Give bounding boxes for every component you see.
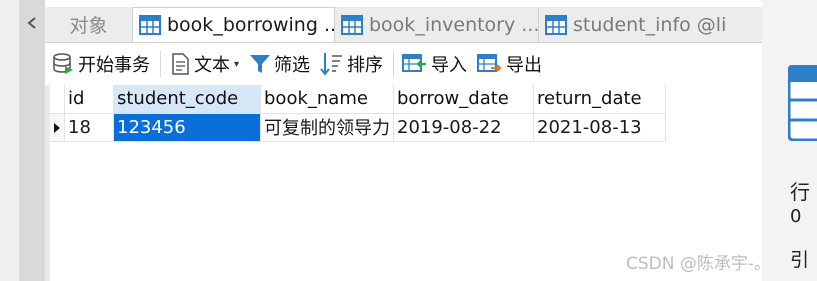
toolbar-divider (393, 51, 395, 77)
document-icon (172, 53, 189, 75)
filter-icon (250, 55, 271, 73)
tab-objects[interactable]: 对象 (45, 7, 133, 42)
cell-return-date[interactable]: 2021-08-13 (533, 113, 666, 142)
watermark-text: CSDN @陈承宇- (626, 254, 755, 274)
reference-label: 引 (790, 245, 809, 272)
left-gutter (0, 0, 19, 281)
column-header-return-date[interactable]: return_date (533, 85, 666, 114)
text-button[interactable]: 文本 ▾ (169, 51, 239, 77)
tab-bar: 对象 book_borrowing ... book_inventory ... (45, 7, 762, 43)
text-label: 文本 (194, 55, 230, 76)
table-row[interactable]: 18 123456 可复制的领导力 2019-08-22 2021-08-13 (50, 113, 666, 142)
sort-button[interactable]: 排序 (320, 51, 383, 77)
import-label: 导入 (431, 55, 468, 76)
table-header-row: id student_code book_name borrow_date re… (50, 85, 666, 114)
watermark-suffix: 。 (754, 254, 772, 274)
column-header-borrow-date[interactable]: borrow_date (393, 85, 534, 114)
import-icon (402, 54, 427, 72)
caret-down-icon: ▾ (234, 58, 240, 70)
app-window: 对象 book_borrowing ... book_inventory ... (0, 0, 817, 281)
cell-id[interactable]: 18 (64, 113, 114, 142)
import-button[interactable]: 导入 (402, 51, 467, 77)
filter-label: 筛选 (274, 55, 311, 76)
export-button[interactable]: 导出 (477, 51, 542, 77)
cell-student-code[interactable]: 123456 (113, 113, 261, 142)
left-splitter[interactable] (19, 0, 45, 281)
cell-book-name[interactable]: 可复制的领导力 (260, 113, 394, 142)
begin-transaction-label: 开始事务 (78, 55, 150, 76)
tab-book-borrowing[interactable]: book_borrowing ... (133, 7, 335, 42)
toolbar-divider (160, 51, 161, 77)
chevron-left-icon[interactable] (25, 16, 39, 30)
info-panel: 行 0 引 (762, 0, 817, 281)
triangle-right-icon (54, 122, 60, 133)
tab-objects-label: 对象 (69, 15, 108, 37)
begin-transaction-button[interactable]: 开始事务 (51, 51, 150, 77)
sort-icon (320, 53, 343, 76)
filter-button[interactable]: 筛选 (249, 51, 310, 77)
tab-book-inventory[interactable]: book_inventory ... (335, 7, 539, 42)
column-header-student-code[interactable]: student_code (113, 85, 261, 114)
table-icon (341, 14, 363, 35)
rows-value: 0 (790, 206, 802, 227)
export-icon (477, 54, 502, 72)
tab-label: book_inventory ... (369, 13, 539, 36)
current-row-indicator[interactable] (50, 113, 65, 142)
toolbar: 开始事务 文本 ▾ 筛选 排序 导入 导出 (45, 43, 762, 85)
column-header-book-name[interactable]: book_name (260, 85, 394, 114)
results-table: id student_code book_name borrow_date re… (50, 85, 666, 142)
rows-label: 行 (790, 180, 810, 204)
table-icon (139, 15, 161, 35)
database-transaction-icon (53, 53, 73, 74)
sort-label: 排序 (347, 55, 384, 76)
table-info-icon (788, 65, 817, 141)
tab-student-info[interactable]: student_info @li (539, 7, 739, 42)
reference-label-text: 引 (790, 249, 810, 271)
watermark: CSDN @陈承宇-。 (626, 249, 771, 274)
row-indicator-header (50, 85, 65, 114)
cell-borrow-date[interactable]: 2019-08-22 (393, 113, 534, 142)
column-header-id[interactable]: id (64, 85, 114, 114)
table-icon (545, 14, 567, 35)
export-label: 导出 (506, 55, 543, 76)
tab-label: student_info @li (573, 13, 727, 36)
tab-label: book_borrowing ... (167, 14, 335, 36)
